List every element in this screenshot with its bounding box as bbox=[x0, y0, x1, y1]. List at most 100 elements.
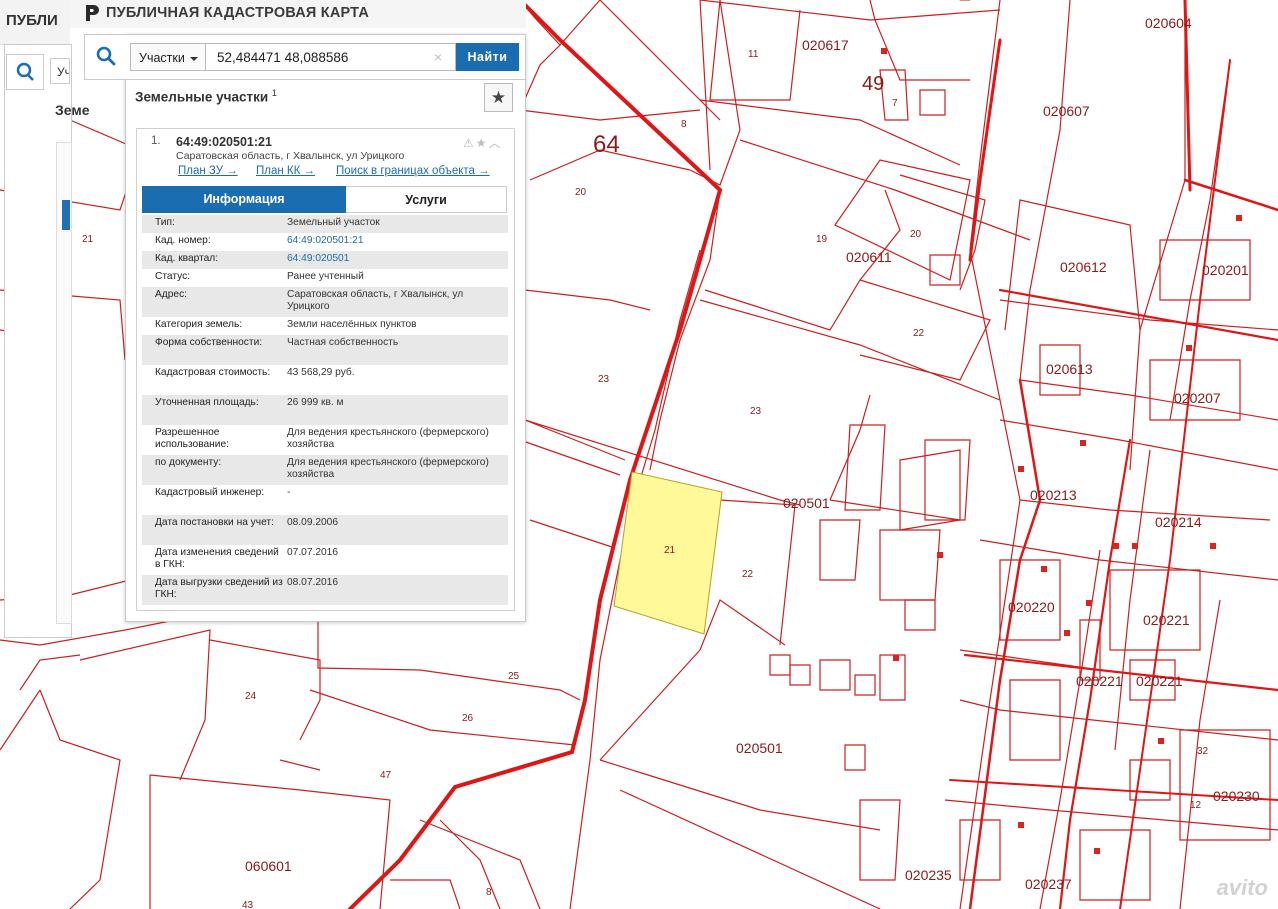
card-actions: ⚠★︿ bbox=[463, 134, 503, 151]
map-label: 64 bbox=[593, 131, 620, 158]
map-label: 020221 bbox=[1143, 612, 1190, 628]
info-key: Разрешенное использование: bbox=[155, 427, 229, 450]
info-row: Кадастровый инженер: - bbox=[142, 485, 508, 515]
map-label: 20 bbox=[575, 187, 587, 198]
map-label: 47 bbox=[380, 770, 392, 781]
info-value: 08.09.2006 bbox=[287, 517, 338, 528]
plan-kk-link[interactable]: План КК → bbox=[256, 165, 315, 177]
search-in-bounds-link[interactable]: Поиск в границах объекта → bbox=[336, 165, 490, 177]
result-cadastral-id[interactable]: 64:49:020501:21 bbox=[176, 135, 272, 149]
search-button[interactable]: Найти bbox=[456, 43, 519, 71]
info-key: Статус: bbox=[155, 271, 191, 282]
info-key: Кадастровая стоимость: bbox=[155, 367, 271, 378]
map-label: 020213 bbox=[1030, 487, 1077, 503]
info-row: Адрес: Саратовская область, г Хвалынск, у… bbox=[142, 287, 508, 317]
app-title: ПУБЛИЧНАЯ КАДАСТРОВАЯ КАРТА bbox=[106, 5, 369, 21]
results-title: Земельные участки 1 bbox=[135, 88, 277, 105]
tab-information[interactable]: Информация bbox=[142, 186, 346, 213]
map-label: 11 bbox=[748, 49, 759, 60]
map-label: 020237 bbox=[1025, 876, 1072, 892]
info-value: - bbox=[287, 487, 291, 498]
map-label: 22 bbox=[742, 569, 754, 580]
map-label: 20 bbox=[910, 229, 922, 240]
info-value: Саратовская область, г Хвалынск, ул Уриц… bbox=[287, 289, 464, 312]
map-label: 43 bbox=[242, 900, 254, 909]
map-label: 23 bbox=[598, 374, 610, 385]
results-title-text: Земельные участки bbox=[135, 89, 269, 105]
map-label: 12 bbox=[1190, 800, 1202, 811]
map-label: 020221 bbox=[1136, 673, 1183, 689]
map-label: 020613 bbox=[1046, 361, 1093, 377]
info-value: 43 568,29 руб. bbox=[287, 367, 355, 378]
info-key: Категория земель: bbox=[155, 319, 243, 330]
results-count: 1 bbox=[271, 88, 277, 98]
watermark: avito bbox=[1216, 875, 1268, 900]
info-value: Для ведения крестьянского (фермерского) … bbox=[287, 427, 489, 450]
map-label: 21 bbox=[664, 545, 676, 556]
map-label: 25 bbox=[508, 671, 520, 682]
info-row: Дата изменения сведений в ГКН: 07.07.2016 bbox=[142, 545, 508, 575]
info-key: Тип: bbox=[155, 217, 175, 228]
map-label: 020220 bbox=[1008, 599, 1055, 615]
map-label: 19 bbox=[816, 234, 828, 245]
info-row: Кад. номер: 64:49:020501:21 bbox=[142, 233, 508, 251]
info-key: Кад. квартал: bbox=[155, 253, 219, 264]
info-value: Частная собственность bbox=[287, 337, 399, 348]
info-row: Категория земель: Земли населённых пункто… bbox=[142, 317, 508, 335]
map-label: 8 bbox=[681, 119, 687, 130]
logo-icon bbox=[84, 4, 100, 27]
info-value: Ранее учтенный bbox=[287, 271, 364, 282]
map-label: 020221 bbox=[1076, 673, 1123, 689]
map-label: 24 bbox=[245, 691, 257, 702]
warning-icon[interactable]: ⚠ bbox=[463, 136, 476, 150]
result-index: 1. bbox=[151, 135, 161, 147]
map-label: 26 bbox=[462, 713, 474, 724]
search-icon[interactable] bbox=[94, 44, 118, 68]
info-row: Разрешенное использование: Для ведения кр… bbox=[142, 425, 508, 455]
map-label: 23 bbox=[750, 406, 762, 417]
info-value: 26 999 кв. м bbox=[287, 397, 344, 408]
map-label: 020607 bbox=[1043, 103, 1090, 119]
info-value: Земельный участок bbox=[287, 217, 380, 228]
info-row: Кадастровая стоимость: 43 568,29 руб. bbox=[142, 365, 508, 395]
info-value[interactable]: 64:49:020501 bbox=[287, 251, 508, 269]
map-label: 020201 bbox=[1202, 262, 1249, 278]
clear-icon[interactable]: × bbox=[434, 49, 442, 65]
info-value[interactable]: 64:49:020501:21 bbox=[287, 233, 508, 251]
background-search-icon[interactable] bbox=[6, 54, 44, 90]
favorites-button[interactable]: ★ bbox=[484, 83, 513, 112]
result-address: Саратовская область, г Хвалынск, ул Уриц… bbox=[176, 150, 405, 162]
info-key: Дата изменения сведений в ГКН: bbox=[155, 547, 279, 570]
map-label: 22 bbox=[913, 328, 925, 339]
map-label: 7 bbox=[892, 98, 898, 109]
info-value: Земли населённых пунктов bbox=[287, 319, 417, 330]
star-icon[interactable]: ★ bbox=[476, 136, 489, 150]
map-label: 21 bbox=[82, 234, 94, 245]
info-key: Дата постановки на учет: bbox=[155, 517, 274, 528]
map-label: 020235 bbox=[905, 867, 952, 883]
chevron-down-icon bbox=[190, 57, 198, 61]
info-row: по документу: Для ведения крестьянского (… bbox=[142, 455, 508, 485]
background-title: ПУБЛИ bbox=[6, 12, 58, 29]
search-input[interactable] bbox=[206, 43, 456, 71]
map-label: 49 bbox=[862, 73, 884, 95]
background-type-select[interactable]: Уч bbox=[50, 58, 70, 84]
plan-zu-link[interactable]: План ЗУ → bbox=[178, 165, 238, 177]
map-label: 020617 bbox=[802, 37, 849, 53]
map-label: 020612 bbox=[1060, 259, 1107, 275]
info-key: Кад. номер: bbox=[155, 235, 211, 246]
map-label: 020214 bbox=[1155, 514, 1202, 530]
map-label: 8 bbox=[486, 887, 492, 898]
tab-services[interactable]: Услуги bbox=[346, 186, 507, 213]
map-label: 020611 bbox=[846, 249, 892, 265]
background-header: ПУБЛИ bbox=[0, 0, 70, 45]
info-row: Кад. квартал: 64:49:020501 bbox=[142, 251, 508, 269]
map-label: 020230 bbox=[1213, 788, 1260, 804]
chevron-up-icon[interactable]: ︿ bbox=[489, 136, 503, 150]
object-type-select[interactable]: Участки bbox=[130, 43, 206, 71]
info-key: Дата выгрузки сведений из ГКН: bbox=[155, 577, 283, 600]
background-results-label: Земе bbox=[55, 102, 90, 118]
background-tab[interactable] bbox=[62, 200, 70, 230]
info-key: Уточненная площадь: bbox=[155, 397, 259, 408]
info-table: Тип: Земельный участок Кад. номер: 64:49:0… bbox=[142, 215, 508, 605]
